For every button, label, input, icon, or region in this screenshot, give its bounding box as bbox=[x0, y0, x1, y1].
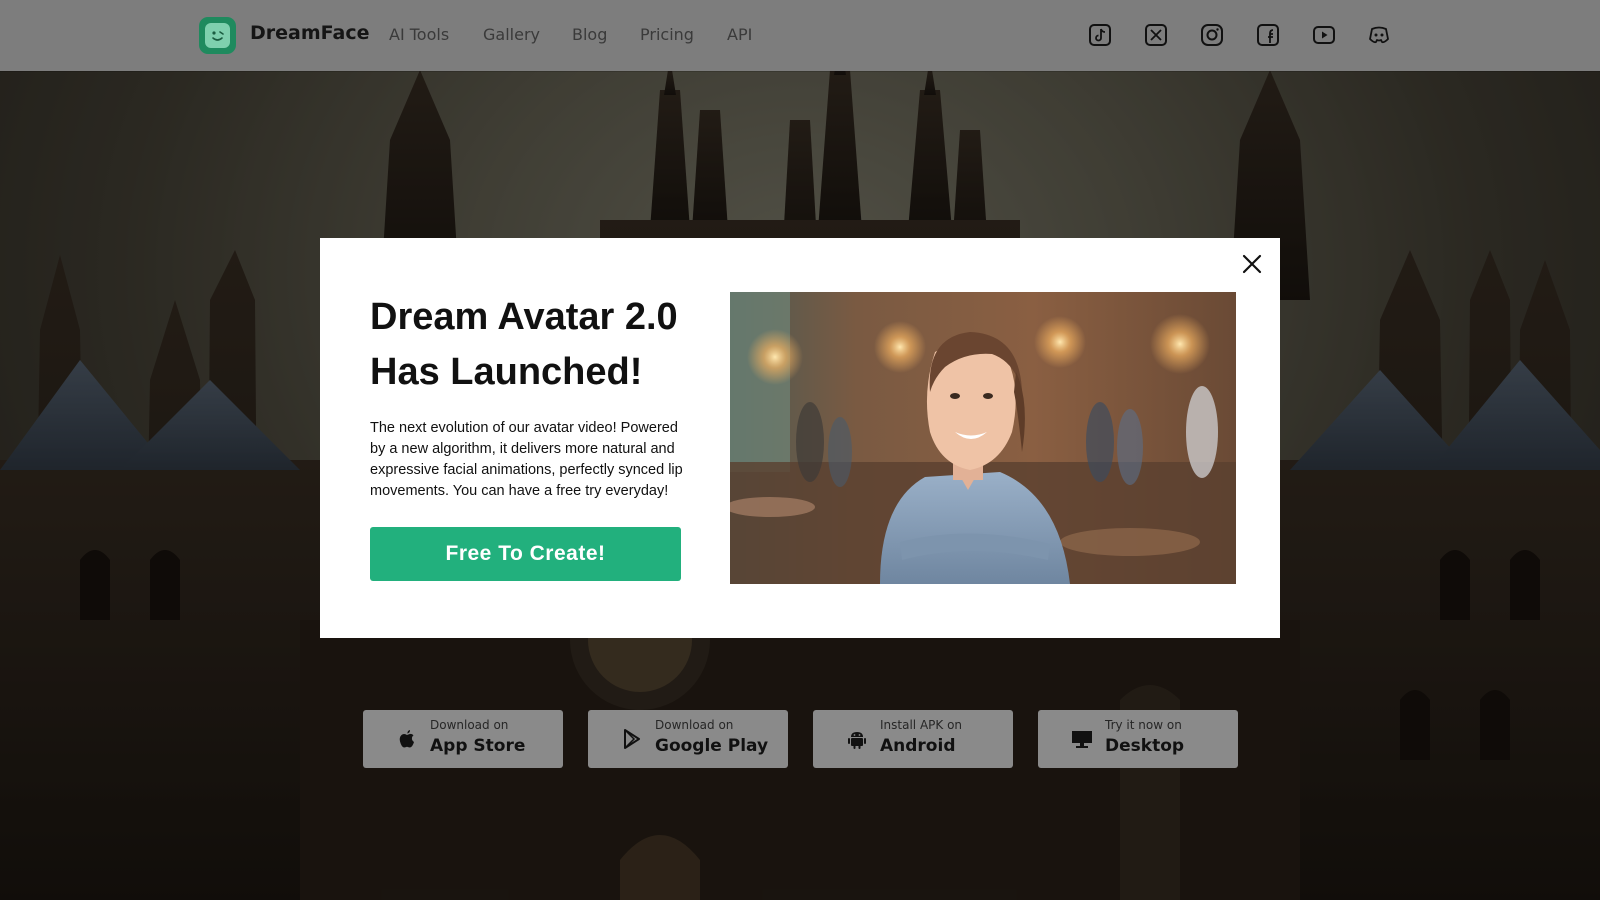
google-play-small-text: Download on bbox=[655, 718, 734, 732]
dreamface-logo[interactable] bbox=[199, 17, 236, 54]
app-store-label: App Store bbox=[430, 736, 526, 756]
app-store-button[interactable]: Download on App Store bbox=[363, 710, 563, 768]
discord-icon[interactable] bbox=[1367, 23, 1391, 47]
instagram-icon[interactable] bbox=[1200, 23, 1224, 47]
brand-name[interactable]: DreamFace bbox=[250, 22, 369, 44]
apple-icon bbox=[399, 730, 414, 748]
android-icon bbox=[848, 732, 866, 749]
logo-face-icon bbox=[205, 23, 230, 48]
tiktok-icon[interactable] bbox=[1088, 23, 1112, 47]
desktop-small-text: Try it now on bbox=[1105, 718, 1182, 732]
desktop-icon bbox=[1072, 731, 1092, 748]
top-nav: DreamFace AI Tools Gallery Blog Pricing … bbox=[0, 0, 1600, 71]
avatar-preview-image bbox=[730, 292, 1236, 584]
youtube-icon[interactable] bbox=[1312, 23, 1336, 47]
x-icon[interactable] bbox=[1144, 23, 1168, 47]
desktop-label: Desktop bbox=[1105, 736, 1185, 756]
modal-title: Dream Avatar 2.0 Has Launched! bbox=[370, 296, 678, 393]
google-play-icon bbox=[624, 729, 640, 749]
google-play-label: Google Play bbox=[655, 736, 769, 756]
android-apk-button[interactable]: Install APK on Android bbox=[813, 710, 1013, 768]
android-label: Android bbox=[880, 736, 956, 756]
modal-description: The next evolution of our avatar video! … bbox=[370, 420, 683, 499]
nav-link-blog[interactable]: Blog bbox=[572, 25, 607, 44]
nav-link-gallery[interactable]: Gallery bbox=[483, 25, 540, 44]
free-to-create-button[interactable]: Free To Create! bbox=[370, 527, 681, 581]
android-small-text: Install APK on bbox=[880, 718, 963, 732]
facebook-icon[interactable] bbox=[1256, 23, 1280, 47]
nav-link-pricing[interactable]: Pricing bbox=[640, 25, 694, 44]
close-icon[interactable] bbox=[1240, 252, 1264, 276]
nav-link-api[interactable]: API bbox=[727, 25, 752, 44]
nav-link-ai-tools[interactable]: AI Tools bbox=[389, 25, 449, 44]
google-play-button[interactable]: Download on Google Play bbox=[588, 710, 788, 768]
launch-modal: Dream Avatar 2.0 Has Launched! The next … bbox=[320, 238, 1280, 638]
desktop-button[interactable]: Try it now on Desktop bbox=[1038, 710, 1238, 768]
app-store-small-text: Download on bbox=[430, 718, 509, 732]
